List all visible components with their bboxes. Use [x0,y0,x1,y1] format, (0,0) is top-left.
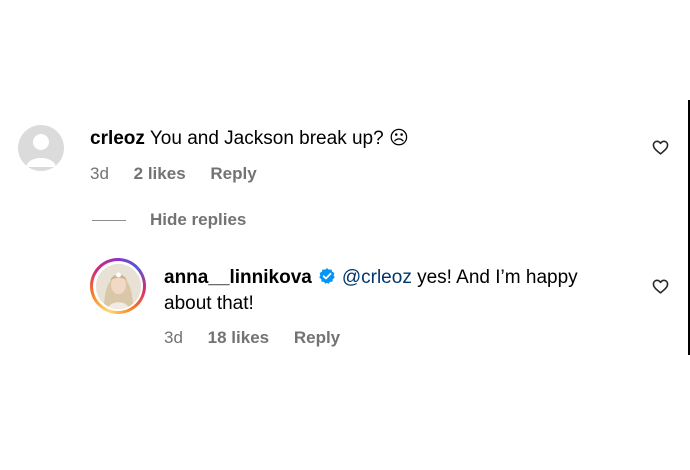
reply-text-line1: yes! And I’m happy [417,267,578,288]
reply-mention-link[interactable]: @crleoz [342,267,412,288]
reply-body-line2: about that! [164,291,254,317]
comment-likes[interactable]: 2 likes [134,164,186,183]
comment-meta: 3d 2 likes Reply [90,164,277,184]
reply-meta: 3d 18 likes Reply [164,328,360,348]
comment-reply-button[interactable]: Reply [210,164,256,183]
story-ring-avatar[interactable] [90,258,146,314]
hide-replies-button[interactable]: Hide replies [92,210,246,230]
avatar-ring-inner [93,261,143,311]
comment-time: 3d [90,164,109,183]
reply-text-line2: about that! [164,293,254,314]
hide-replies-divider [92,219,126,221]
default-avatar-icon[interactable] [18,125,64,171]
comment-text: You and Jackson break up? ☹ [149,128,409,149]
verified-badge-icon [319,268,335,284]
reply-likes[interactable]: 18 likes [208,328,269,347]
reply-time: 3d [164,328,183,347]
comment-body: crleoz You and Jackson break up? ☹ [90,126,409,152]
avatar [95,263,141,309]
heart-icon[interactable] [652,278,669,295]
hide-replies-label: Hide replies [150,210,247,229]
comment-username[interactable]: crleoz [90,128,145,149]
reply-reply-button[interactable]: Reply [294,328,340,347]
reply-body-line1: anna__linnikova @crleoz yes! And I’m hap… [164,265,578,291]
heart-icon[interactable] [652,139,669,156]
reply-username[interactable]: anna__linnikova [164,267,312,288]
